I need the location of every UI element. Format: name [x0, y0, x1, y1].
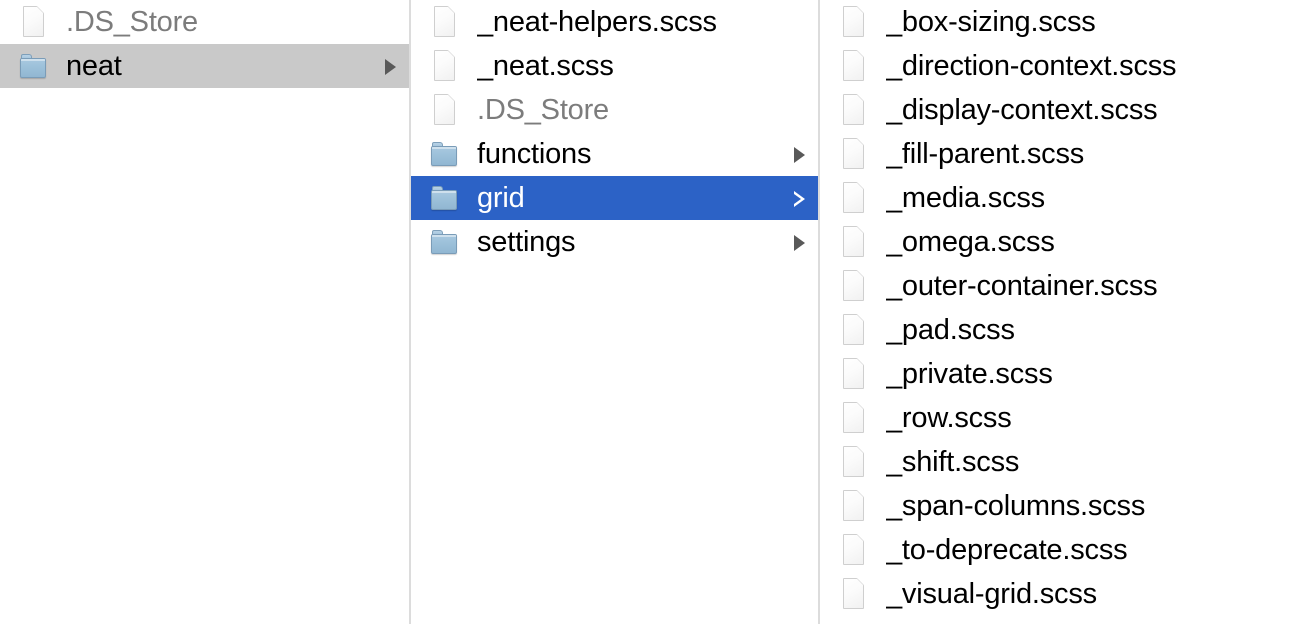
list-item[interactable]: grid — [411, 176, 818, 220]
item-label: functions — [477, 139, 592, 169]
file-icon — [838, 180, 868, 216]
list-item[interactable]: _to-deprecate.scss — [820, 528, 1300, 572]
item-label: _private.scss — [886, 359, 1053, 389]
item-label: neat — [66, 51, 122, 81]
item-label: _pad.scss — [886, 315, 1015, 345]
finder-column-1[interactable]: _neat-helpers.scss _neat.scss .DS_Storefun… — [409, 0, 818, 624]
chevron-right-icon — [790, 145, 808, 163]
item-label: _fill-parent.scss — [886, 139, 1085, 169]
file-icon — [838, 92, 868, 128]
list-item[interactable]: _shift.scss — [820, 440, 1300, 484]
file-icon — [838, 312, 868, 348]
item-label: settings — [477, 227, 576, 257]
list-item[interactable]: _neat.scss — [411, 44, 818, 88]
list-item[interactable]: _span-columns.scss — [820, 484, 1300, 528]
list-item[interactable]: .DS_Store — [411, 88, 818, 132]
item-label: _shift.scss — [886, 447, 1020, 477]
item-label: _neat.scss — [477, 51, 614, 81]
file-icon — [838, 224, 868, 260]
list-item[interactable]: _outer-container.scss — [820, 264, 1300, 308]
item-label: _outer-container.scss — [886, 271, 1158, 301]
file-icon — [838, 4, 868, 40]
file-icon — [838, 488, 868, 524]
list-item[interactable]: _display-context.scss — [820, 88, 1300, 132]
file-icon — [838, 48, 868, 84]
list-item[interactable]: settings — [411, 220, 818, 264]
chevron-right-icon — [790, 233, 808, 251]
file-icon — [838, 532, 868, 568]
folder-icon — [429, 136, 459, 172]
finder-column-view: .DS_Store neat _neat-helpers.scss _neat.scs… — [0, 0, 1300, 624]
file-icon — [429, 92, 459, 128]
finder-column-0[interactable]: .DS_Storeneat — [0, 0, 409, 624]
item-label: grid — [477, 183, 525, 213]
list-item[interactable]: _neat-helpers.scss — [411, 0, 818, 44]
file-icon — [429, 4, 459, 40]
list-item[interactable]: _box-sizing.scss — [820, 0, 1300, 44]
folder-icon — [18, 48, 48, 84]
list-item[interactable]: _omega.scss — [820, 220, 1300, 264]
item-label: _to-deprecate.scss — [886, 535, 1128, 565]
list-item[interactable]: functions — [411, 132, 818, 176]
list-item[interactable]: _media.scss — [820, 176, 1300, 220]
item-label: _display-context.scss — [886, 95, 1158, 125]
item-label: _media.scss — [886, 183, 1045, 213]
item-label: _omega.scss — [886, 227, 1055, 257]
file-icon — [838, 400, 868, 436]
item-label: _direction-context.scss — [886, 51, 1177, 81]
file-icon — [838, 356, 868, 392]
list-item[interactable]: .DS_Store — [0, 0, 409, 44]
item-label: _box-sizing.scss — [886, 7, 1096, 37]
list-item[interactable]: _fill-parent.scss — [820, 132, 1300, 176]
item-label: _neat-helpers.scss — [477, 7, 717, 37]
item-label: _span-columns.scss — [886, 491, 1146, 521]
item-label: .DS_Store — [477, 95, 609, 125]
list-item[interactable]: _private.scss — [820, 352, 1300, 396]
chevron-right-icon — [790, 189, 808, 207]
file-icon — [838, 268, 868, 304]
folder-icon — [429, 224, 459, 260]
list-item[interactable]: _direction-context.scss — [820, 44, 1300, 88]
list-item[interactable]: _row.scss — [820, 396, 1300, 440]
chevron-right-icon — [381, 57, 399, 75]
file-icon — [429, 48, 459, 84]
file-icon — [838, 136, 868, 172]
item-label: _row.scss — [886, 403, 1012, 433]
file-icon — [838, 444, 868, 480]
finder-column-2[interactable]: _box-sizing.scss _direction-context.scss _… — [818, 0, 1300, 624]
item-label: .DS_Store — [66, 7, 198, 37]
file-icon — [838, 576, 868, 612]
list-item[interactable]: neat — [0, 44, 409, 88]
list-item[interactable]: _pad.scss — [820, 308, 1300, 352]
file-icon — [18, 4, 48, 40]
folder-icon — [429, 180, 459, 216]
list-item[interactable]: _visual-grid.scss — [820, 572, 1300, 616]
item-label: _visual-grid.scss — [886, 579, 1097, 609]
